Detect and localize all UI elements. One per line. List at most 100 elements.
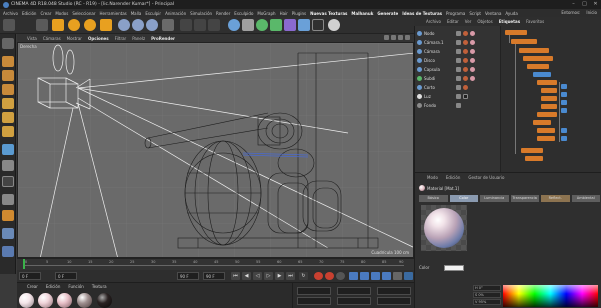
visibility-icon[interactable] bbox=[456, 58, 461, 63]
tree-node[interactable] bbox=[561, 108, 567, 113]
go-to-end-icon[interactable]: ⏭ bbox=[286, 272, 295, 280]
light-icon[interactable] bbox=[328, 19, 340, 31]
tree-node[interactable] bbox=[537, 128, 555, 133]
menu-item[interactable]: Herramientas bbox=[99, 11, 126, 16]
max-frame-field[interactable]: 90 F bbox=[203, 272, 225, 280]
material-tag-icon[interactable] bbox=[470, 67, 475, 72]
scene-floor-icon[interactable] bbox=[298, 19, 310, 31]
material-swatch[interactable] bbox=[19, 293, 34, 308]
viewport-menu-item[interactable]: ProRender bbox=[151, 36, 175, 41]
points-mode-icon[interactable] bbox=[2, 98, 14, 109]
locked-workplane-icon[interactable] bbox=[2, 194, 14, 205]
edges-mode-icon[interactable] bbox=[2, 112, 14, 123]
record-icon[interactable] bbox=[314, 272, 323, 280]
autokey-icon[interactable] bbox=[325, 272, 334, 280]
render-tag-icon[interactable] bbox=[463, 94, 468, 99]
z-axis-icon[interactable] bbox=[146, 19, 158, 31]
tree-node[interactable] bbox=[537, 112, 557, 117]
menu-item[interactable]: Programa bbox=[446, 11, 465, 16]
menu-item[interactable]: Ideas de Texturas bbox=[402, 11, 442, 16]
render-picture-viewer-icon[interactable] bbox=[194, 19, 206, 31]
tree-node[interactable] bbox=[541, 104, 557, 109]
menu-item[interactable]: Seleccionar bbox=[72, 11, 95, 16]
coordinate-system-icon[interactable] bbox=[162, 19, 174, 31]
viewport[interactable]: Derecha bbox=[17, 42, 414, 258]
visibility-icon[interactable] bbox=[456, 76, 461, 81]
render-view-icon[interactable] bbox=[180, 19, 192, 31]
menu-item[interactable]: Modos bbox=[55, 11, 68, 16]
color-spectrum-picker[interactable] bbox=[503, 285, 598, 307]
tree-node[interactable] bbox=[537, 80, 557, 85]
menu-item[interactable]: Ventana bbox=[485, 11, 501, 16]
tree-node[interactable] bbox=[527, 64, 549, 69]
material-swatch[interactable] bbox=[77, 293, 92, 308]
viewport-menu-item[interactable]: Panelz bbox=[132, 36, 145, 41]
value-field[interactable]: V 95% bbox=[473, 299, 501, 305]
object-row[interactable]: Luz bbox=[417, 92, 500, 101]
tree-node[interactable] bbox=[561, 128, 567, 133]
coord-field[interactable] bbox=[377, 287, 411, 295]
coord-field[interactable] bbox=[297, 297, 331, 305]
viewport-menu-item[interactable]: Mostrar bbox=[67, 36, 82, 41]
scale-key-icon[interactable] bbox=[360, 272, 369, 280]
material-tag-icon[interactable] bbox=[470, 31, 475, 36]
material-swatch[interactable] bbox=[57, 293, 72, 308]
pen-spline-icon[interactable] bbox=[242, 19, 254, 31]
color-swatch[interactable] bbox=[444, 264, 464, 271]
subdivision-icon[interactable] bbox=[256, 19, 268, 31]
live-selection-icon[interactable] bbox=[36, 19, 48, 31]
visibility-icon[interactable] bbox=[456, 103, 461, 108]
object-row[interactable]: Fondo bbox=[417, 101, 500, 110]
make-editable-icon[interactable] bbox=[2, 38, 14, 49]
menu-item[interactable]: Script bbox=[469, 11, 481, 16]
menu-item[interactable]: Nuevas Texturas bbox=[310, 11, 347, 16]
y-axis-icon[interactable] bbox=[132, 19, 144, 31]
polygons-mode-icon[interactable] bbox=[2, 126, 14, 137]
menu-item[interactable]: MoGraph bbox=[257, 11, 275, 16]
channel-tab[interactable]: Reflect. bbox=[541, 195, 570, 202]
channel-tab[interactable]: Luminancia bbox=[480, 195, 509, 202]
deformer-icon[interactable] bbox=[284, 19, 296, 31]
object-menu-item[interactable]: Editar bbox=[447, 19, 459, 24]
coord-field[interactable] bbox=[337, 297, 371, 305]
channel-tab[interactable]: Color bbox=[449, 195, 478, 202]
close-icon[interactable]: ✕ bbox=[592, 1, 599, 7]
end-frame-field[interactable]: 90 F bbox=[177, 272, 199, 280]
object-menu-item[interactable]: Etiquetas bbox=[499, 19, 520, 24]
tree-node[interactable] bbox=[519, 48, 549, 53]
position-key-icon[interactable] bbox=[349, 272, 358, 280]
material-tag-icon[interactable] bbox=[470, 40, 475, 45]
viewport-menu-item[interactable]: Opciones bbox=[88, 36, 109, 41]
material-tag-icon[interactable] bbox=[463, 49, 468, 54]
add-tool-icon[interactable] bbox=[100, 19, 112, 31]
coord-field[interactable] bbox=[377, 297, 411, 305]
material-swatch[interactable] bbox=[97, 293, 112, 308]
play-backwards-icon[interactable]: ◁ bbox=[253, 272, 262, 280]
snap-icon[interactable] bbox=[2, 176, 14, 187]
menu-item[interactable]: Render bbox=[216, 11, 230, 16]
rotate-tool-icon[interactable] bbox=[84, 19, 96, 31]
rotation-key-icon[interactable] bbox=[371, 272, 380, 280]
menu-item[interactable]: Hair bbox=[280, 11, 288, 16]
coord-field[interactable] bbox=[337, 287, 371, 295]
render-settings-icon[interactable] bbox=[208, 19, 220, 31]
menu-item[interactable]: Crear bbox=[40, 11, 51, 16]
material-menu-item[interactable]: Textura bbox=[92, 284, 107, 289]
coord-field[interactable] bbox=[297, 287, 331, 295]
texture-mode-icon[interactable] bbox=[2, 70, 14, 81]
attribute-menu-item[interactable]: Modo bbox=[427, 175, 438, 180]
scale-tool-icon[interactable] bbox=[68, 19, 80, 31]
tree-node[interactable] bbox=[521, 148, 543, 153]
tree-node[interactable] bbox=[541, 88, 557, 93]
material-tag-icon[interactable] bbox=[463, 85, 468, 90]
view-toggle-icon[interactable] bbox=[405, 35, 410, 40]
viewport-menu-item[interactable]: Filtrar bbox=[115, 36, 127, 41]
next-key-icon[interactable]: ▶ bbox=[275, 272, 284, 280]
model-mode-icon[interactable] bbox=[2, 56, 14, 67]
menu-item[interactable]: Simulación bbox=[190, 11, 212, 16]
object-row[interactable]: Capsula bbox=[417, 65, 500, 74]
material-tag-icon[interactable] bbox=[463, 31, 468, 36]
tweak-mode-icon[interactable] bbox=[2, 160, 14, 171]
object-menu-item[interactable]: Ver bbox=[465, 19, 472, 24]
visibility-icon[interactable] bbox=[456, 40, 461, 45]
